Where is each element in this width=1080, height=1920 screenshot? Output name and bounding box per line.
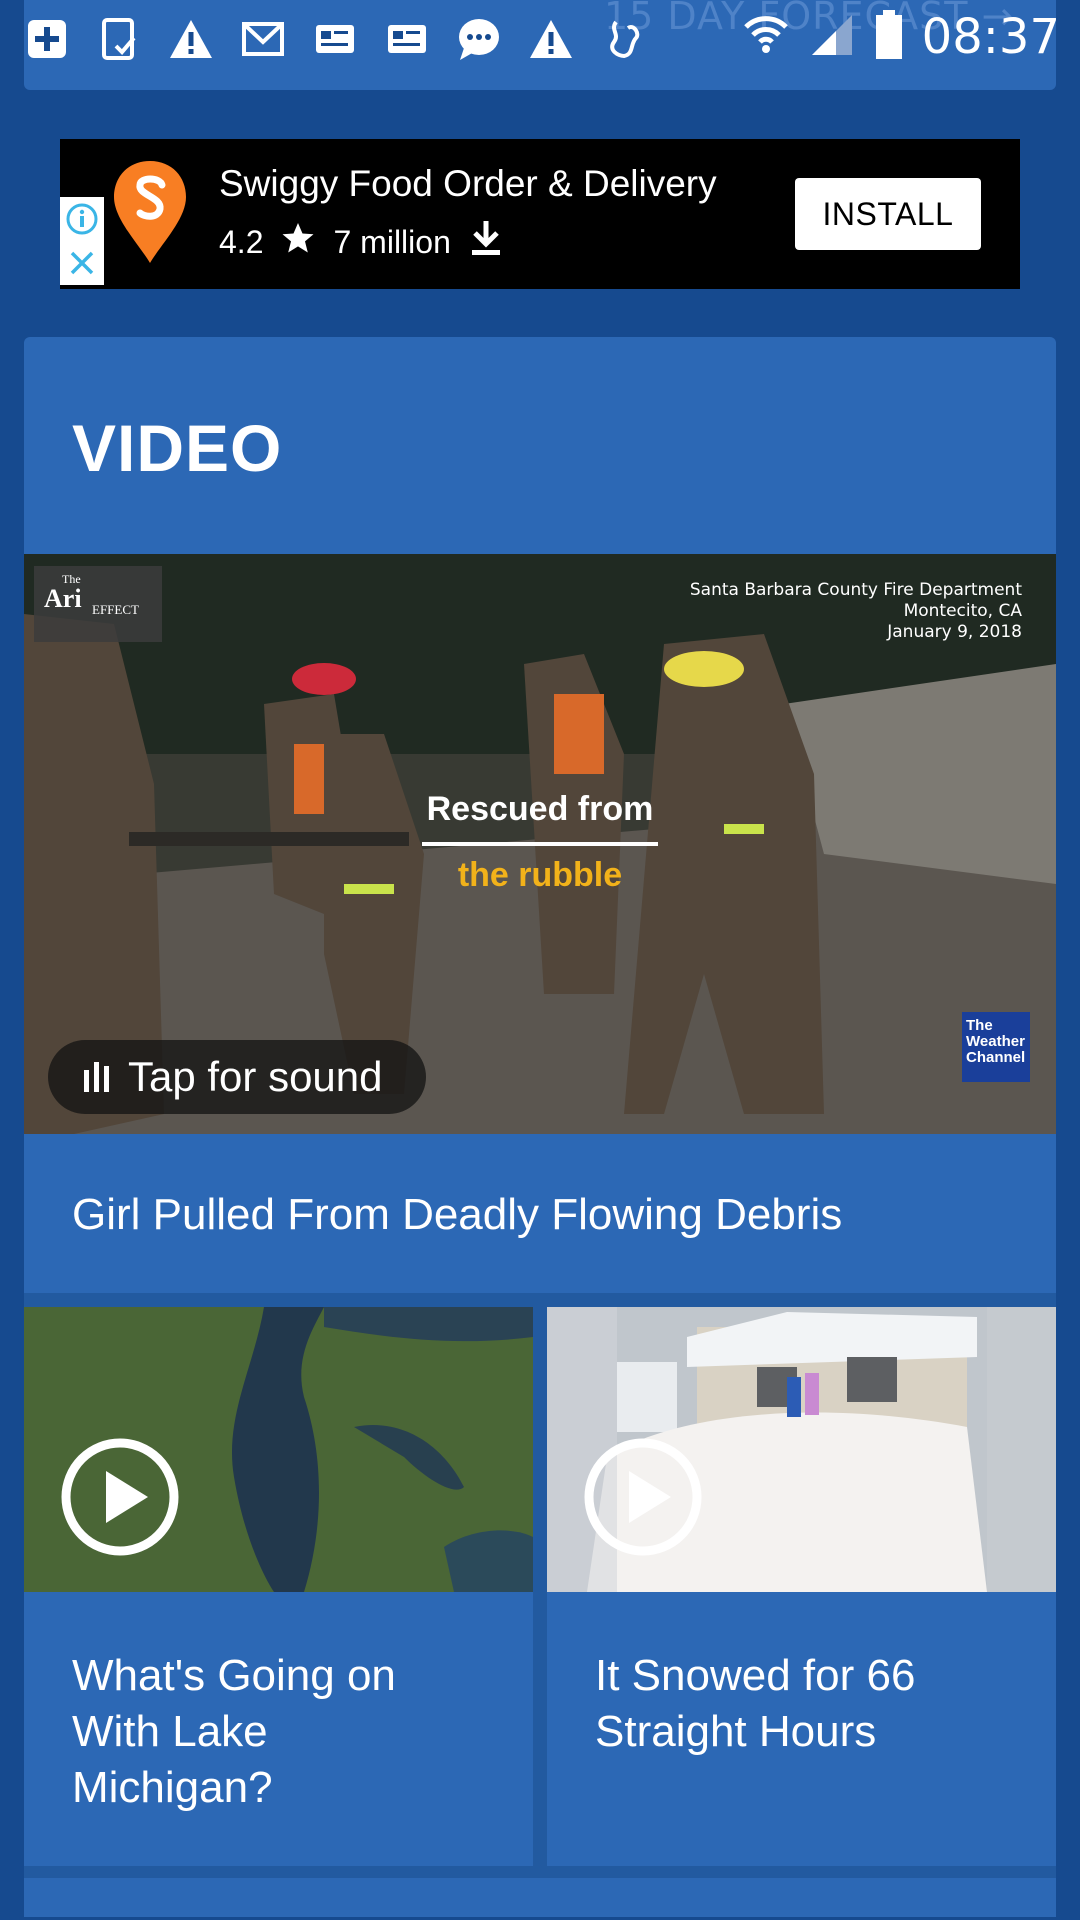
gmail-icon bbox=[238, 16, 288, 62]
notification-icons bbox=[22, 14, 648, 64]
system-status: 08:37 bbox=[742, 8, 1060, 66]
weather-channel-logo: The Weather Channel bbox=[962, 1012, 1030, 1082]
install-button[interactable]: INSTALL bbox=[795, 178, 981, 250]
video-card-title-1[interactable]: What's Going on With Lake Michigan? bbox=[72, 1648, 402, 1816]
tap-for-sound-button[interactable]: Tap for sound bbox=[48, 1040, 426, 1114]
news-card-icon bbox=[310, 16, 360, 62]
ad-close-icon[interactable] bbox=[60, 241, 104, 285]
video-thumbnail-snow[interactable] bbox=[547, 1307, 1056, 1592]
credit-line-1: Santa Barbara County Fire Department bbox=[689, 580, 1022, 600]
battery-icon bbox=[874, 9, 904, 65]
video-credit: Santa Barbara County Fire Department Mon… bbox=[690, 580, 1022, 643]
tablet-check-icon bbox=[94, 16, 144, 62]
video-caption-line-2: the rubble bbox=[457, 856, 623, 894]
clock: 08:37 bbox=[921, 9, 1060, 65]
ad-app-meta: 4.2 7 million bbox=[219, 219, 503, 265]
logo-text-main: Ari bbox=[44, 584, 82, 613]
hero-video-title[interactable]: Girl Pulled From Deadly Flowing Debris bbox=[72, 1190, 842, 1240]
hero-video-player[interactable]: The Ari EFFECT Santa Barbara County Fire… bbox=[24, 554, 1056, 1134]
video-card-title-2[interactable]: It Snowed for 66 Straight Hours bbox=[595, 1648, 975, 1760]
volume-bars-icon bbox=[84, 1062, 110, 1092]
status-bar: 08:37 bbox=[0, 0, 1080, 75]
ad-banner[interactable]: Swiggy Food Order & Delivery 4.2 7 milli… bbox=[60, 139, 1020, 289]
sound-label: Tap for sound bbox=[128, 1053, 383, 1100]
download-icon bbox=[469, 219, 503, 265]
caption-divider bbox=[422, 842, 658, 846]
ad-app-title: Swiggy Food Order & Delivery bbox=[219, 163, 717, 204]
divider bbox=[24, 1293, 1056, 1307]
play-icon[interactable] bbox=[60, 1437, 180, 1557]
logo-text-sub: EFFECT bbox=[92, 602, 139, 617]
credit-line-3: January 9, 2018 bbox=[887, 622, 1022, 642]
signal-icon bbox=[808, 11, 856, 64]
card-gap bbox=[533, 1307, 547, 1867]
wifi-icon bbox=[742, 11, 790, 64]
video-caption-line-1: Rescued from bbox=[426, 790, 654, 828]
warning-icon-2 bbox=[526, 16, 576, 62]
chat-bubble-icon bbox=[454, 16, 504, 62]
ad-downloads: 7 million bbox=[333, 223, 451, 260]
warning-icon bbox=[166, 16, 216, 62]
add-box-icon bbox=[22, 16, 72, 62]
ad-info-icon[interactable] bbox=[60, 197, 104, 241]
swiggy-logo-icon bbox=[110, 159, 190, 267]
ad-rating: 4.2 bbox=[219, 223, 264, 260]
credit-line-2: Montecito, CA bbox=[903, 601, 1022, 621]
section-heading: VIDEO bbox=[72, 411, 283, 485]
app-glyph-icon bbox=[598, 16, 648, 62]
play-icon[interactable] bbox=[583, 1437, 703, 1557]
news-card-icon-2 bbox=[382, 16, 432, 62]
bottom-divider bbox=[24, 1866, 1056, 1878]
ari-effect-logo: The Ari EFFECT bbox=[34, 566, 162, 642]
star-icon bbox=[281, 221, 315, 263]
video-thumbnail-lake-michigan[interactable] bbox=[24, 1307, 533, 1592]
